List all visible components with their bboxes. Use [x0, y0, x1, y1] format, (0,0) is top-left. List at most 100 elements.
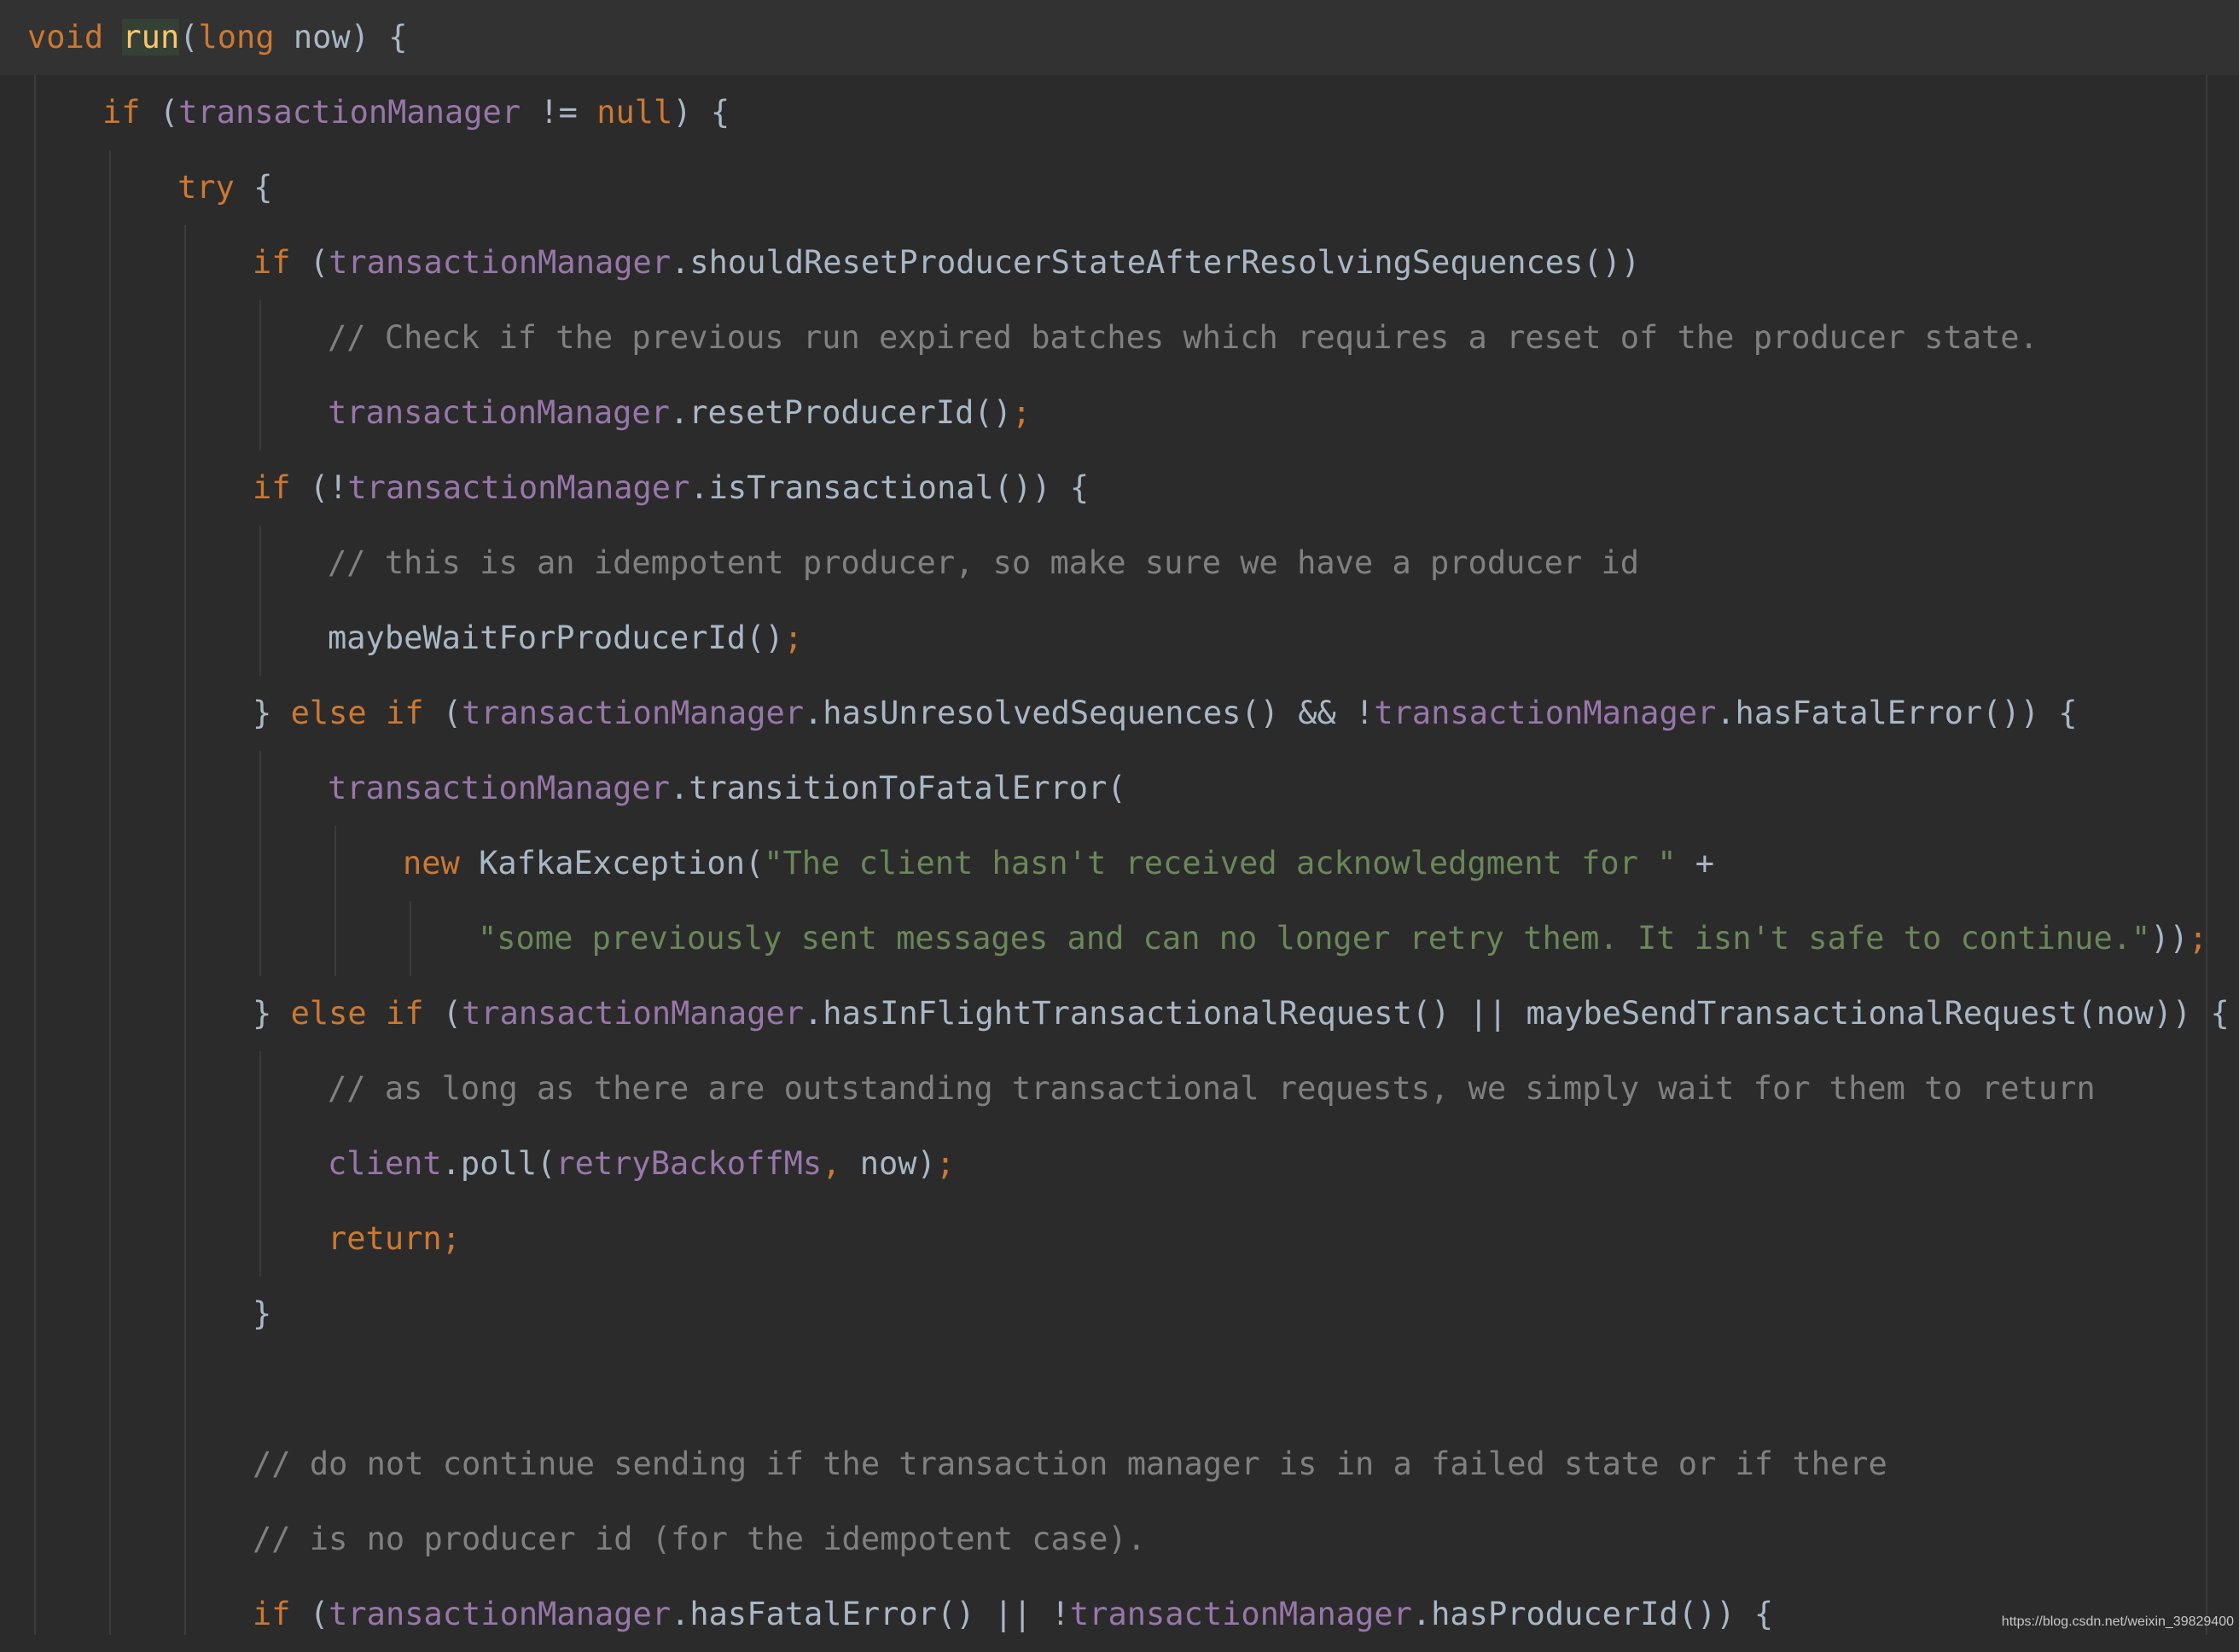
code-token: now) {: [274, 19, 408, 55]
code-line-text: maybeWaitForProducerId();: [328, 601, 803, 676]
code-token: .resetProducerId(): [669, 394, 1012, 431]
code-token: try: [177, 169, 235, 206]
code-line[interactable]: if (transactionManager != null) {: [0, 75, 2239, 150]
code-token: (: [179, 19, 199, 55]
code-line[interactable]: transactionManager.resetProducerId();: [0, 375, 2239, 451]
code-line[interactable]: return;: [0, 1201, 2239, 1277]
code-token: ;: [1011, 394, 1032, 431]
code-token: }: [253, 695, 291, 731]
code-line[interactable]: try {: [0, 150, 2239, 225]
code-line[interactable]: if (!transactionManager.isTransactional(…: [0, 451, 2239, 526]
code-token: long: [198, 19, 275, 55]
code-token: }: [253, 1295, 272, 1332]
code-token: retryBackoffMs: [555, 1145, 823, 1182]
code-token: now): [840, 1145, 936, 1182]
watermark-url: https://blog.csdn.net/weixin_39829400: [2001, 1614, 2234, 1629]
code-line[interactable]: if (transactionManager.shouldResetProduc…: [0, 225, 2239, 300]
code-line[interactable]: }: [0, 1277, 2239, 1352]
code-token: (: [290, 244, 329, 281]
code-token: .isTransactional()) {: [689, 469, 1090, 506]
code-line-text: new KafkaException("The client hasn't re…: [403, 826, 1714, 901]
code-editor[interactable]: void run(long now) {if (transactionManag…: [0, 0, 2239, 1635]
code-line-text: if (transactionManager != null) {: [102, 75, 730, 150]
code-line-text: try {: [177, 150, 272, 225]
code-token: )): [2150, 920, 2189, 957]
code-line[interactable]: client.poll(retryBackoffMs, now);: [0, 1126, 2239, 1201]
code-line[interactable]: new KafkaException("The client hasn't re…: [0, 826, 2239, 901]
code-token: new: [403, 845, 460, 881]
code-token: return;: [328, 1220, 461, 1257]
code-token: // this is an idempotent producer, so ma…: [328, 544, 1640, 581]
code-line[interactable]: "some previously sent messages and can n…: [0, 901, 2239, 976]
code-token: transactionManager: [1374, 695, 1717, 731]
code-line-text: // Check if the previous run expired bat…: [328, 300, 2038, 375]
code-token: run: [122, 19, 180, 55]
code-line[interactable]: transactionManager.transitionToFatalErro…: [0, 751, 2239, 826]
code-token: .transitionToFatalError(: [669, 770, 1126, 806]
code-token: ,: [822, 1145, 841, 1182]
code-line-text: // is no producer id (for the idempotent…: [253, 1502, 1146, 1577]
code-line-text: void run(long now) {: [27, 0, 408, 75]
code-line-text: if (transactionManager.shouldResetProduc…: [253, 225, 1640, 300]
code-token: (: [140, 94, 179, 131]
code-token: +: [1676, 845, 1715, 881]
code-token: transactionManager: [328, 770, 670, 806]
code-token: transactionManager: [1069, 1596, 1412, 1632]
code-line[interactable]: maybeWaitForProducerId();: [0, 601, 2239, 676]
code-token: if: [102, 94, 141, 131]
code-token: transactionManager: [462, 695, 805, 731]
code-token: .poll(: [441, 1145, 556, 1182]
code-line-text: client.poll(retryBackoffMs, now);: [328, 1126, 955, 1201]
code-token: ) {: [672, 94, 730, 131]
code-line[interactable]: if (transactionManager.hasFatalError() |…: [0, 1577, 2239, 1652]
code-token: transactionManager: [347, 469, 690, 506]
code-line-text: transactionManager.transitionToFatalErro…: [328, 751, 1126, 826]
code-token: .hasInFlightTransactionalRequest() || ma…: [804, 995, 2230, 1032]
code-line-text: "some previously sent messages and can n…: [478, 901, 2207, 976]
code-token: null: [596, 94, 673, 131]
code-line-text: }: [253, 1277, 271, 1352]
code-token: // is no producer id (for the idempotent…: [253, 1521, 1146, 1557]
code-token: transactionManager: [329, 1596, 672, 1632]
code-line[interactable]: } else if (transactionManager.hasInFligh…: [0, 976, 2239, 1051]
code-token: "The client hasn't received acknowledgme…: [764, 845, 1677, 881]
code-token: (!: [290, 469, 348, 506]
code-line-text: return;: [328, 1201, 461, 1277]
code-token: transactionManager: [329, 244, 672, 281]
code-token: void: [27, 19, 104, 55]
code-token: transactionManager: [178, 94, 521, 131]
code-token: if: [253, 469, 291, 506]
code-line[interactable]: // is no producer id (for the idempotent…: [0, 1502, 2239, 1577]
code-line[interactable]: [0, 1352, 2239, 1427]
code-token: ;: [783, 620, 803, 656]
code-line[interactable]: } else if (transactionManager.hasUnresol…: [0, 676, 2239, 751]
code-token: ;: [2188, 920, 2208, 957]
code-token: (: [423, 695, 462, 731]
code-line-text: } else if (transactionManager.hasInFligh…: [253, 976, 2230, 1051]
code-token: (: [423, 995, 462, 1032]
code-token: // Check if the previous run expired bat…: [328, 319, 2038, 356]
code-token: .hasFatalError() || !: [671, 1596, 1070, 1632]
code-token: // do not continue sending if the transa…: [253, 1446, 1887, 1482]
code-line-text: // this is an idempotent producer, so ma…: [328, 526, 1639, 601]
code-line[interactable]: // as long as there are outstanding tran…: [0, 1051, 2239, 1126]
code-token: .hasProducerId()) {: [1411, 1596, 1774, 1632]
code-line[interactable]: // this is an idempotent producer, so ma…: [0, 526, 2239, 601]
code-line-text: if (transactionManager.hasFatalError() |…: [253, 1577, 1773, 1652]
code-line-text: transactionManager.resetProducerId();: [328, 375, 1031, 451]
code-token: // as long as there are outstanding tran…: [328, 1070, 2096, 1107]
code-line-text: // do not continue sending if the transa…: [253, 1427, 1887, 1502]
code-token: else if: [290, 695, 424, 731]
code-line-text: if (!transactionManager.isTransactional(…: [253, 451, 1089, 526]
code-line[interactable]: // Check if the previous run expired bat…: [0, 300, 2239, 375]
code-token: transactionManager: [328, 394, 670, 431]
code-token: if: [253, 244, 291, 281]
code-line-text: // as long as there are outstanding tran…: [328, 1051, 2096, 1126]
code-line[interactable]: void run(long now) {: [0, 0, 2239, 75]
code-line[interactable]: // do not continue sending if the transa…: [0, 1427, 2239, 1502]
code-token: (: [290, 1596, 329, 1632]
code-token: .hasUnresolvedSequences() && !: [804, 695, 1375, 731]
code-token: transactionManager: [462, 995, 805, 1032]
code-token: maybeWaitForProducerId(): [328, 620, 784, 656]
